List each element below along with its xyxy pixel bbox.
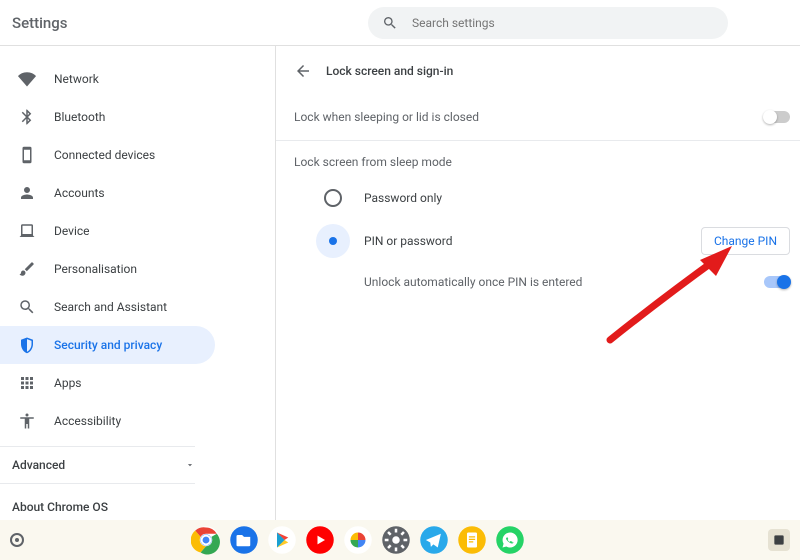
sidebar-item-bluetooth[interactable]: Bluetooth — [0, 98, 215, 136]
grid-icon — [18, 374, 36, 392]
sidebar-item-accessibility[interactable]: Accessibility — [0, 402, 215, 440]
sidebar-item-label: Accessibility — [54, 414, 121, 428]
change-pin-button[interactable]: Change PIN — [701, 227, 790, 255]
app-play-store[interactable] — [267, 525, 297, 555]
radio-label: PIN or password — [364, 234, 453, 248]
app-whatsapp[interactable] — [495, 525, 525, 555]
launcher-button[interactable] — [10, 533, 24, 547]
sidebar-item-label: Apps — [54, 376, 82, 390]
app-settings[interactable] — [381, 525, 411, 555]
sidebar-item-label: Security and privacy — [54, 338, 162, 352]
sidebar-item-label: Personalisation — [54, 262, 137, 276]
sidebar-item-network[interactable]: Network — [0, 60, 215, 98]
accessibility-icon — [18, 412, 36, 430]
advanced-label: Advanced — [12, 458, 65, 472]
search-icon — [18, 298, 36, 316]
app-chrome[interactable] — [191, 525, 221, 555]
radio-password-only[interactable] — [324, 189, 342, 207]
sidebar-item-label: Device — [54, 224, 90, 238]
sidebar-item-personalisation[interactable]: Personalisation — [0, 250, 215, 288]
sidebar-item-label: Accounts — [54, 186, 105, 200]
app-photos[interactable] — [343, 525, 373, 555]
search-field[interactable] — [368, 7, 728, 39]
sidebar-item-accounts[interactable]: Accounts — [0, 174, 215, 212]
option-pin-or-password[interactable]: PIN or password Change PIN — [294, 217, 790, 265]
shield-icon — [18, 336, 36, 354]
header: Settings — [0, 0, 800, 46]
auto-unlock-row: Unlock automatically once PIN is entered — [294, 265, 790, 299]
app-title: Settings — [12, 14, 68, 32]
search-icon — [382, 15, 398, 31]
wifi-icon — [18, 70, 36, 88]
bluetooth-icon — [18, 108, 36, 126]
sidebar-item-label: Bluetooth — [54, 110, 105, 124]
radio-label: Password only — [364, 191, 442, 205]
sidebar-item-search-assistant[interactable]: Search and Assistant — [0, 288, 215, 326]
sidebar-item-label: Network — [54, 72, 99, 86]
person-icon — [18, 184, 36, 202]
chevron-down-icon — [185, 460, 195, 470]
back-icon[interactable] — [294, 62, 312, 80]
auto-unlock-toggle[interactable] — [764, 276, 790, 288]
sidebar-item-security[interactable]: Security and privacy — [0, 326, 215, 364]
content-pane: Lock screen and sign-in Lock when sleepi… — [276, 46, 800, 520]
advanced-toggle[interactable]: Advanced — [0, 446, 195, 484]
sidebar-item-label: Connected devices — [54, 148, 155, 162]
system-tray[interactable] — [768, 529, 790, 551]
sidebar-item-device[interactable]: Device — [0, 212, 215, 250]
app-telegram[interactable] — [419, 525, 449, 555]
sidebar-item-label: Search and Assistant — [54, 300, 167, 314]
app-docs[interactable] — [457, 525, 487, 555]
divider — [276, 140, 800, 141]
shelf-apps — [191, 525, 525, 555]
lock-when-sleeping-label: Lock when sleeping or lid is closed — [294, 110, 479, 124]
search-input[interactable] — [412, 16, 714, 30]
radio-pin-or-password[interactable] — [324, 232, 342, 250]
phone-icon — [18, 146, 36, 164]
app-files[interactable] — [229, 525, 259, 555]
shelf — [0, 520, 800, 560]
option-password-only[interactable]: Password only — [294, 179, 790, 217]
app-youtube[interactable] — [305, 525, 335, 555]
sidebar-item-apps[interactable]: Apps — [0, 364, 215, 402]
breadcrumb: Lock screen and sign-in — [294, 62, 790, 80]
page-title: Lock screen and sign-in — [326, 64, 453, 78]
auto-unlock-label: Unlock automatically once PIN is entered — [364, 275, 582, 289]
sidebar: Network Bluetooth Connected devices Acco… — [0, 46, 276, 520]
sidebar-item-connected-devices[interactable]: Connected devices — [0, 136, 215, 174]
brush-icon — [18, 260, 36, 278]
lock-when-sleeping-row: Lock when sleeping or lid is closed — [294, 100, 790, 134]
lock-when-sleeping-toggle[interactable] — [764, 111, 790, 123]
laptop-icon — [18, 222, 36, 240]
section-label: Lock screen from sleep mode — [294, 155, 790, 169]
